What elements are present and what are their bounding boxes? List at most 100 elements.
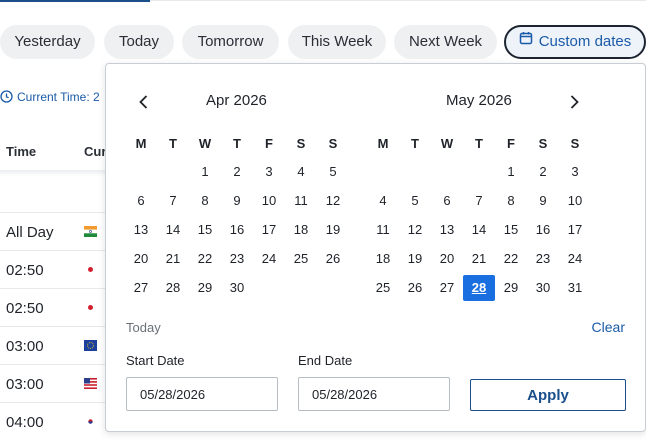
clear-link[interactable]: Clear bbox=[592, 319, 625, 335]
calendar-day[interactable]: 23 bbox=[527, 246, 559, 272]
calendar-day[interactable]: 13 bbox=[125, 217, 157, 243]
weekday-header: S bbox=[328, 136, 338, 151]
row-time: 03:00 bbox=[6, 376, 44, 393]
calendar-day[interactable]: 24 bbox=[253, 246, 285, 272]
start-date-input[interactable] bbox=[126, 377, 278, 411]
calendar-day[interactable]: 7 bbox=[157, 188, 189, 214]
calendar-day[interactable]: 8 bbox=[189, 188, 221, 214]
weekday-header: T bbox=[233, 136, 241, 151]
table-row[interactable]: 02:50 bbox=[0, 288, 110, 326]
calendar-day[interactable]: 21 bbox=[463, 246, 495, 272]
calendar-day[interactable]: 14 bbox=[463, 217, 495, 243]
weekday-header: M bbox=[135, 136, 147, 151]
calendar-day[interactable]: 27 bbox=[431, 275, 463, 301]
calendar-day[interactable]: 22 bbox=[189, 246, 221, 272]
calendar-day[interactable]: 18 bbox=[367, 246, 399, 272]
calendar-day[interactable]: 1 bbox=[495, 159, 527, 185]
this-week-filter-button[interactable]: This Week bbox=[288, 25, 386, 59]
calendar-day[interactable]: 22 bbox=[495, 246, 527, 272]
table-row[interactable]: 03:00 bbox=[0, 364, 110, 402]
calendar-day[interactable]: 15 bbox=[189, 217, 221, 243]
calendar-day[interactable]: 4 bbox=[285, 159, 317, 185]
calendar-day[interactable]: 7 bbox=[463, 188, 495, 214]
month-title-left: Apr 2026 bbox=[206, 92, 267, 109]
calendar-day[interactable]: 15 bbox=[495, 217, 527, 243]
calendar-day[interactable]: 16 bbox=[527, 217, 559, 243]
table-row[interactable]: All Day bbox=[0, 212, 110, 250]
custom-dates-label: Custom dates bbox=[538, 33, 632, 50]
today-link[interactable]: Today bbox=[126, 320, 161, 335]
tomorrow-filter-button[interactable]: Tomorrow bbox=[182, 25, 279, 59]
table-header: Time Cur bbox=[0, 122, 110, 172]
calendar-day[interactable]: 10 bbox=[559, 188, 591, 214]
calendar-day[interactable]: 24 bbox=[559, 246, 591, 272]
weekday-header: S bbox=[538, 136, 548, 151]
current-time-text: Current Time: 2 bbox=[17, 90, 100, 104]
calendar-day[interactable]: 26 bbox=[399, 275, 431, 301]
calendar-day[interactable]: 28 bbox=[157, 275, 189, 301]
calendar-day[interactable]: 25 bbox=[285, 246, 317, 272]
calendar-day[interactable]: 23 bbox=[221, 246, 253, 272]
calendar-day[interactable]: 31 bbox=[559, 275, 591, 301]
date-range-picker: Apr 2026 May 2026 M T W T F S S 1 2 3 4 5 6 7 8 9 10 11 12… bbox=[105, 63, 646, 432]
calendar-day[interactable]: 16 bbox=[221, 217, 253, 243]
row-time: 04:00 bbox=[6, 414, 44, 431]
table-row[interactable]: 04:00 bbox=[0, 402, 110, 440]
current-time: Current Time: 2 bbox=[0, 90, 100, 104]
previous-month-button[interactable] bbox=[134, 92, 154, 112]
calendar-day[interactable]: 20 bbox=[125, 246, 157, 272]
next-week-filter-button[interactable]: Next Week bbox=[394, 25, 497, 59]
calendar-day[interactable]: 12 bbox=[399, 217, 431, 243]
calendar-day[interactable]: 8 bbox=[495, 188, 527, 214]
row-time: 02:50 bbox=[6, 262, 44, 279]
calendar-day[interactable]: 11 bbox=[367, 217, 399, 243]
calendar-day[interactable]: 17 bbox=[559, 217, 591, 243]
calendar-day[interactable]: 10 bbox=[253, 188, 285, 214]
india-flag-icon bbox=[84, 226, 97, 237]
calendar-day[interactable]: 5 bbox=[317, 159, 349, 185]
calendar-day[interactable]: 19 bbox=[317, 217, 349, 243]
calendar-day[interactable]: 13 bbox=[431, 217, 463, 243]
calendar-day[interactable]: 17 bbox=[253, 217, 285, 243]
calendar-day[interactable]: 3 bbox=[253, 159, 285, 185]
apply-button[interactable]: Apply bbox=[470, 379, 626, 411]
calendar-day[interactable]: 2 bbox=[527, 159, 559, 185]
table-row[interactable]: 03:00 bbox=[0, 326, 110, 364]
calendar-day[interactable]: 2 bbox=[221, 159, 253, 185]
calendar-day[interactable]: 29 bbox=[189, 275, 221, 301]
eu-flag-icon bbox=[84, 340, 97, 351]
calendar-day[interactable]: 30 bbox=[527, 275, 559, 301]
calendar-day[interactable]: 14 bbox=[157, 217, 189, 243]
calendar-day[interactable]: 11 bbox=[285, 188, 317, 214]
calendar-day[interactable]: 4 bbox=[367, 188, 399, 214]
calendar-day[interactable]: 6 bbox=[125, 188, 157, 214]
next-month-button[interactable] bbox=[564, 92, 584, 112]
calendar-day[interactable]: 6 bbox=[431, 188, 463, 214]
calendar-day[interactable]: 21 bbox=[157, 246, 189, 272]
active-tab-underline bbox=[0, 0, 150, 2]
calendar-day[interactable]: 18 bbox=[285, 217, 317, 243]
calendar-day[interactable]: 1 bbox=[189, 159, 221, 185]
currency-column-header: Cur bbox=[84, 144, 107, 159]
weekday-header: T bbox=[411, 136, 419, 151]
calendar-day[interactable]: 26 bbox=[317, 246, 349, 272]
calendar-day[interactable]: 25 bbox=[367, 275, 399, 301]
calendar-day[interactable]: 12 bbox=[317, 188, 349, 214]
weekday-header: S bbox=[570, 136, 580, 151]
end-date-input[interactable] bbox=[298, 377, 450, 411]
calendar-day[interactable]: 20 bbox=[431, 246, 463, 272]
clock-icon bbox=[0, 90, 13, 103]
today-filter-button[interactable]: Today bbox=[104, 25, 174, 59]
calendar-day[interactable]: 9 bbox=[221, 188, 253, 214]
custom-dates-filter-button[interactable]: Custom dates bbox=[504, 25, 646, 59]
yesterday-filter-button[interactable]: Yesterday bbox=[0, 25, 95, 59]
calendar-day[interactable]: 3 bbox=[559, 159, 591, 185]
calendar-day[interactable]: 29 bbox=[495, 275, 527, 301]
calendar-day[interactable]: 19 bbox=[399, 246, 431, 272]
calendar-day[interactable]: 9 bbox=[527, 188, 559, 214]
table-row[interactable]: 02:50 bbox=[0, 250, 110, 288]
calendar-day[interactable]: 28 bbox=[463, 275, 495, 301]
calendar-day[interactable]: 5 bbox=[399, 188, 431, 214]
calendar-day[interactable]: 27 bbox=[125, 275, 157, 301]
calendar-day[interactable]: 30 bbox=[221, 275, 253, 301]
